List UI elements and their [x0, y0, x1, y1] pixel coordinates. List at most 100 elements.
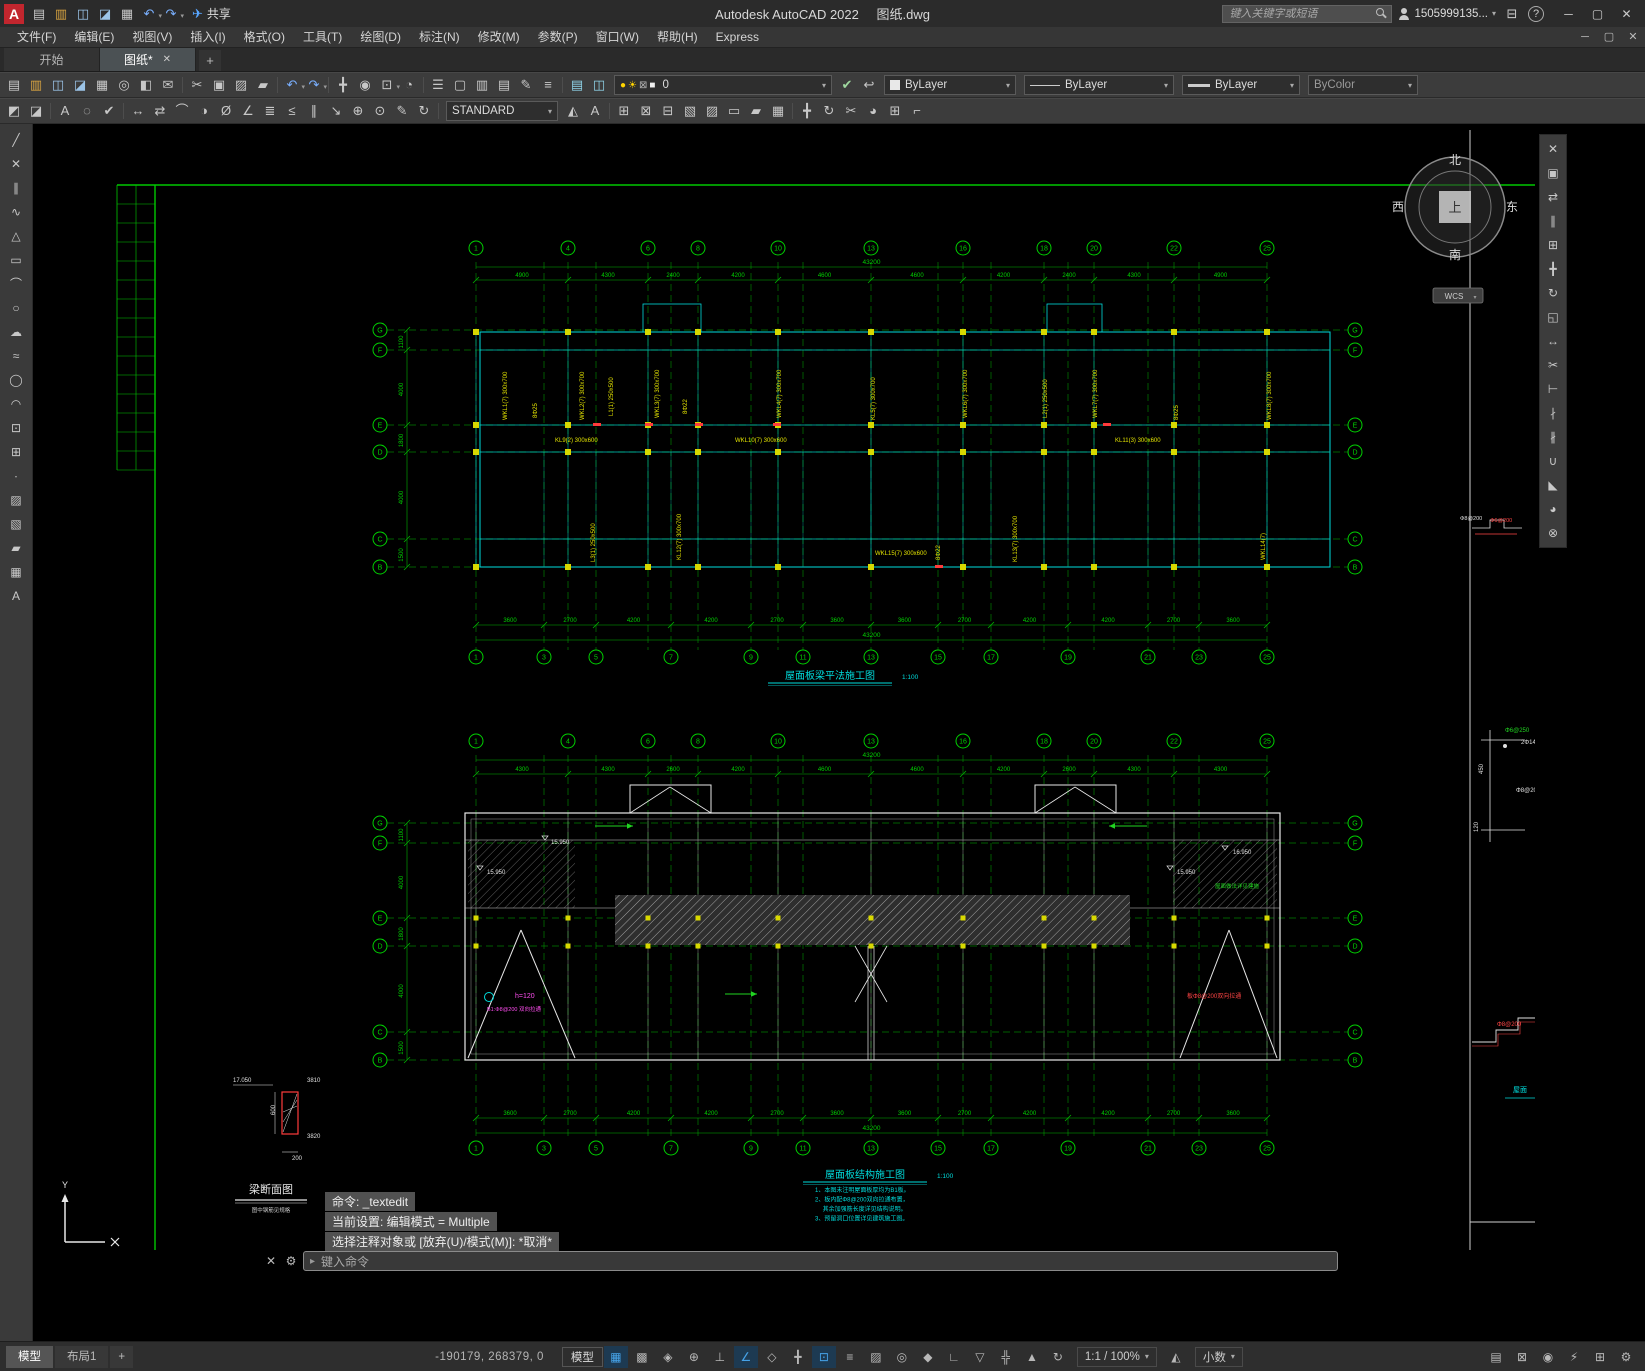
extend-icon[interactable]: ⊢ [1541, 378, 1565, 400]
sheet-set-manager-icon[interactable]: ▤ [493, 74, 515, 96]
table-icon[interactable]: ▦ [4, 561, 28, 583]
dim-continue-icon[interactable]: ∥ [303, 100, 325, 122]
plotstyle-dropdown[interactable]: ByColor ▾ [1308, 75, 1418, 95]
move-icon[interactable]: ╋ [1541, 258, 1565, 280]
dim-update-icon[interactable]: ↻ [413, 100, 435, 122]
drawing-canvas[interactable]: 1 4 6 8 10 13 16 18 20 22 25 1 3 5 7 9 11 13 15 17 19 21 23 25 1… [33, 124, 1645, 1341]
copy-icon[interactable]: ▣ [1541, 162, 1565, 184]
gradient-icon[interactable]: ▧ [4, 513, 28, 535]
multiline-icon[interactable]: ∥ [4, 177, 28, 199]
menu-item-1[interactable]: 编辑(E) [65, 27, 123, 48]
boundary-icon[interactable]: ▭ [723, 100, 745, 122]
rotate-icon[interactable]: ↻ [818, 100, 840, 122]
match-properties-icon[interactable]: ▰ [252, 74, 274, 96]
menu-item-9[interactable]: 参数(P) [529, 27, 587, 48]
properties-icon[interactable]: ☰ [427, 74, 449, 96]
text-style-dropdown[interactable]: STANDARD ▾ [446, 101, 558, 121]
tolerance-icon[interactable]: ⊕ [347, 100, 369, 122]
rectangle-icon[interactable]: ▭ [4, 249, 28, 271]
annotation-visibility-icon[interactable]: ▲ [1020, 1346, 1044, 1368]
units-dropdown[interactable]: 小数 ▾ [1194, 1346, 1243, 1367]
mirror-icon[interactable]: ⇄ [1541, 186, 1565, 208]
multiline-text-icon[interactable]: A [4, 585, 28, 607]
save-icon[interactable]: ◫ [72, 3, 94, 25]
spell-check-icon[interactable]: ✔ [98, 100, 120, 122]
table-icon[interactable]: ▦ [767, 100, 789, 122]
doc-close-icon[interactable]: ✕ [1621, 27, 1645, 48]
redo-icon[interactable]: ↷ ▾ [160, 3, 184, 25]
publish-icon[interactable]: ◧ [135, 74, 157, 96]
point-icon[interactable]: ∙ [4, 465, 28, 487]
dim-radius-icon[interactable]: ◑ [193, 100, 215, 122]
explode-icon[interactable]: ⊗ [1541, 522, 1565, 544]
fillet-icon[interactable]: ◕ [862, 100, 884, 122]
quick-calc-icon[interactable]: ≡ [537, 74, 559, 96]
menu-item-10[interactable]: 窗口(W) [587, 27, 648, 48]
layer-states-icon[interactable]: ◫ [588, 74, 610, 96]
hatch-icon[interactable]: ▨ [4, 489, 28, 511]
dim-angular-icon[interactable]: ∠ [237, 100, 259, 122]
object-snap-tracking-icon[interactable]: ╋ [786, 1346, 810, 1368]
polyline-icon[interactable]: ∿ [4, 201, 28, 223]
selection-cycling-icon[interactable]: ◎ [890, 1346, 914, 1368]
cart-icon[interactable]: ⊟ [1502, 6, 1522, 22]
find-icon[interactable]: ◌ [76, 100, 98, 122]
insert-block-icon[interactable]: ⊡ [4, 417, 28, 439]
join-icon[interactable]: ∪ [1541, 450, 1565, 472]
plot-icon[interactable]: ▦ [91, 74, 113, 96]
dim-arc-icon[interactable]: ⌒ [171, 100, 193, 122]
redo-icon[interactable]: ↷ ▾ [303, 74, 327, 96]
object-snap-icon[interactable]: ⊡ [811, 1345, 836, 1368]
autocad-logo-icon[interactable]: A [4, 3, 24, 24]
undo-icon[interactable]: ↶ ▾ [138, 3, 162, 25]
draworder-front-icon[interactable]: ◩ [3, 100, 25, 122]
user-account-button[interactable]: 1505999135... ▾ [1398, 7, 1496, 20]
make-block-icon[interactable]: ⊞ [613, 100, 635, 122]
menu-item-5[interactable]: 工具(T) [294, 27, 351, 48]
doc-minimize-icon[interactable]: ─ [1573, 27, 1597, 48]
layer-on-icon[interactable]: ● [620, 80, 626, 91]
customization-icon[interactable]: ⚙ [1614, 1346, 1638, 1368]
ortho-mode-icon[interactable]: ⊥ [708, 1346, 732, 1368]
undo-icon[interactable]: ↶ ▾ [281, 74, 305, 96]
dynamic-input-icon[interactable]: ⊕ [682, 1346, 706, 1368]
offset-icon[interactable]: ∥ [1541, 210, 1565, 232]
minimize-window-icon[interactable]: ─ [1554, 2, 1583, 26]
copy-icon[interactable]: ▣ [208, 74, 230, 96]
isometric-drafting-icon[interactable]: ◇ [760, 1346, 784, 1368]
open-folder-icon[interactable]: ▥ [50, 3, 72, 25]
line-icon[interactable]: ╱ [4, 129, 28, 151]
help-button[interactable]: ? [1528, 5, 1544, 22]
make-object-layer-current-icon[interactable]: ✔ [836, 74, 858, 96]
layer-dropdown[interactable]: ● ☀ ⊠ ■ 0 ▾ [614, 75, 832, 95]
command-customize-icon[interactable]: ⚙ [283, 1254, 299, 1268]
layout-tab-布局1[interactable]: 布局1 [55, 1345, 109, 1368]
linetype-dropdown[interactable]: ByLayer ▾ [1024, 75, 1174, 95]
new-layout-button[interactable]: + [110, 1345, 134, 1368]
dim-baseline-icon[interactable]: ≤ [281, 100, 303, 122]
close-tab-icon[interactable]: ✕ [163, 54, 171, 65]
break-at-point-icon[interactable]: ∤ [1541, 402, 1565, 424]
search-input[interactable] [1227, 6, 1377, 21]
view-compass[interactable]: 上 北南 西 东 WCS ▾ [1392, 153, 1518, 304]
menu-item-7[interactable]: 标注(N) [410, 27, 469, 48]
save-as-icon[interactable]: ◪ [94, 3, 116, 25]
circle-icon[interactable]: ○ [4, 297, 28, 319]
annotation-scale-dropdown[interactable]: 1:1 / 100% ▾ [1076, 1346, 1157, 1367]
pan-icon[interactable]: ╋ [332, 74, 354, 96]
polar-tracking-icon[interactable]: ∠ [733, 1345, 758, 1368]
move-icon[interactable]: ╋ [796, 100, 818, 122]
menu-item-3[interactable]: 插入(I) [181, 27, 234, 48]
print-plot-icon[interactable]: ▦ [116, 3, 138, 25]
lock-ui-icon[interactable]: ⊠ [1510, 1346, 1534, 1368]
paste-icon[interactable]: ▨ [230, 74, 252, 96]
qnew-icon[interactable]: ▤ [3, 74, 25, 96]
menu-item-2[interactable]: 视图(V) [123, 27, 181, 48]
center-mark-icon[interactable]: ⊙ [369, 100, 391, 122]
scale-icon[interactable]: ◱ [1541, 306, 1565, 328]
construction-line-icon[interactable]: ✕ [4, 153, 28, 175]
lineweight-icon[interactable]: ≡ [838, 1346, 862, 1368]
color-dropdown[interactable]: ByLayer ▾ [884, 75, 1016, 95]
maximize-window-icon[interactable]: ▢ [1583, 2, 1612, 26]
menu-item-6[interactable]: 绘图(D) [351, 27, 410, 48]
